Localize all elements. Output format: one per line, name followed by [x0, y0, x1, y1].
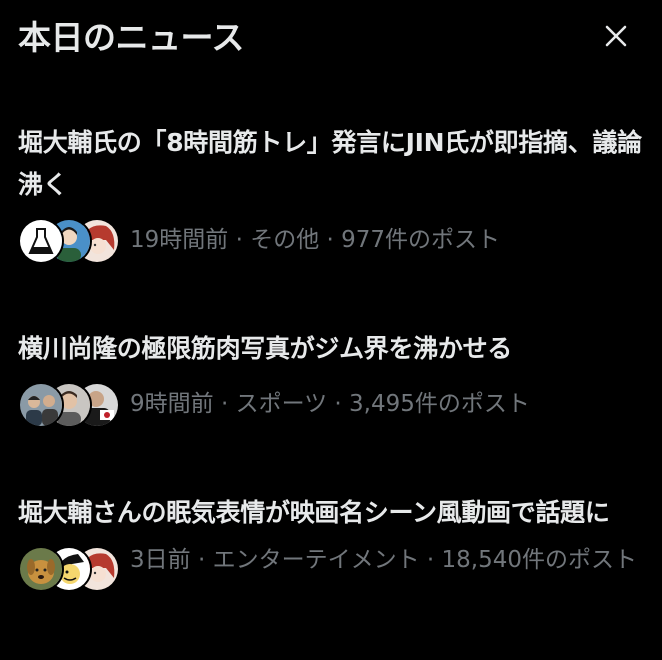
news-meta: 19時間前 · その他 · 977件のポスト	[130, 227, 501, 253]
news-meta: 9時間前 · スポーツ · 3,495件のポスト	[130, 391, 530, 417]
news-title: 横川尚隆の極限筋肉写真がジム界を沸かせる	[18, 334, 513, 363]
header: 本日のニュース	[18, 12, 644, 60]
news-item[interactable]: 堀大輔氏の「8時間筋トレ」発言にJIN氏が即指摘、議論沸く 19時間前 · その…	[18, 122, 644, 264]
dog-avatar	[18, 546, 64, 592]
news-meta-row: 19時間前 · その他 · 977件のポスト	[18, 216, 644, 264]
avatar-group	[18, 380, 120, 428]
close-icon	[605, 25, 627, 47]
news-item[interactable]: 横川尚隆の極限筋肉写真がジム界を沸かせる 9時間前 · スポーツ · 3,495…	[18, 328, 644, 428]
page-title: 本日のニュース	[18, 18, 244, 57]
avatar-group	[18, 544, 120, 592]
people-avatar	[18, 382, 64, 428]
news-meta-row: 9時間前 · スポーツ · 3,495件のポスト	[18, 380, 644, 428]
news-title: 堀大輔氏の「8時間筋トレ」発言にJIN氏が即指摘、議論沸く	[18, 128, 642, 199]
avatar-group	[18, 216, 120, 264]
news-item[interactable]: 堀大輔さんの眠気表情が映画名シーン風動画で話題に 3日前 · エンターテイメント…	[18, 492, 644, 592]
news-title: 堀大輔さんの眠気表情が映画名シーン風動画で話題に	[18, 498, 610, 527]
news-meta: 3日前 · エンターテイメント · 18,540件のポスト	[130, 547, 637, 573]
flask-avatar	[18, 218, 64, 264]
close-button[interactable]	[602, 22, 630, 50]
news-meta-row: 3日前 · エンターテイメント · 18,540件のポスト	[18, 544, 644, 592]
